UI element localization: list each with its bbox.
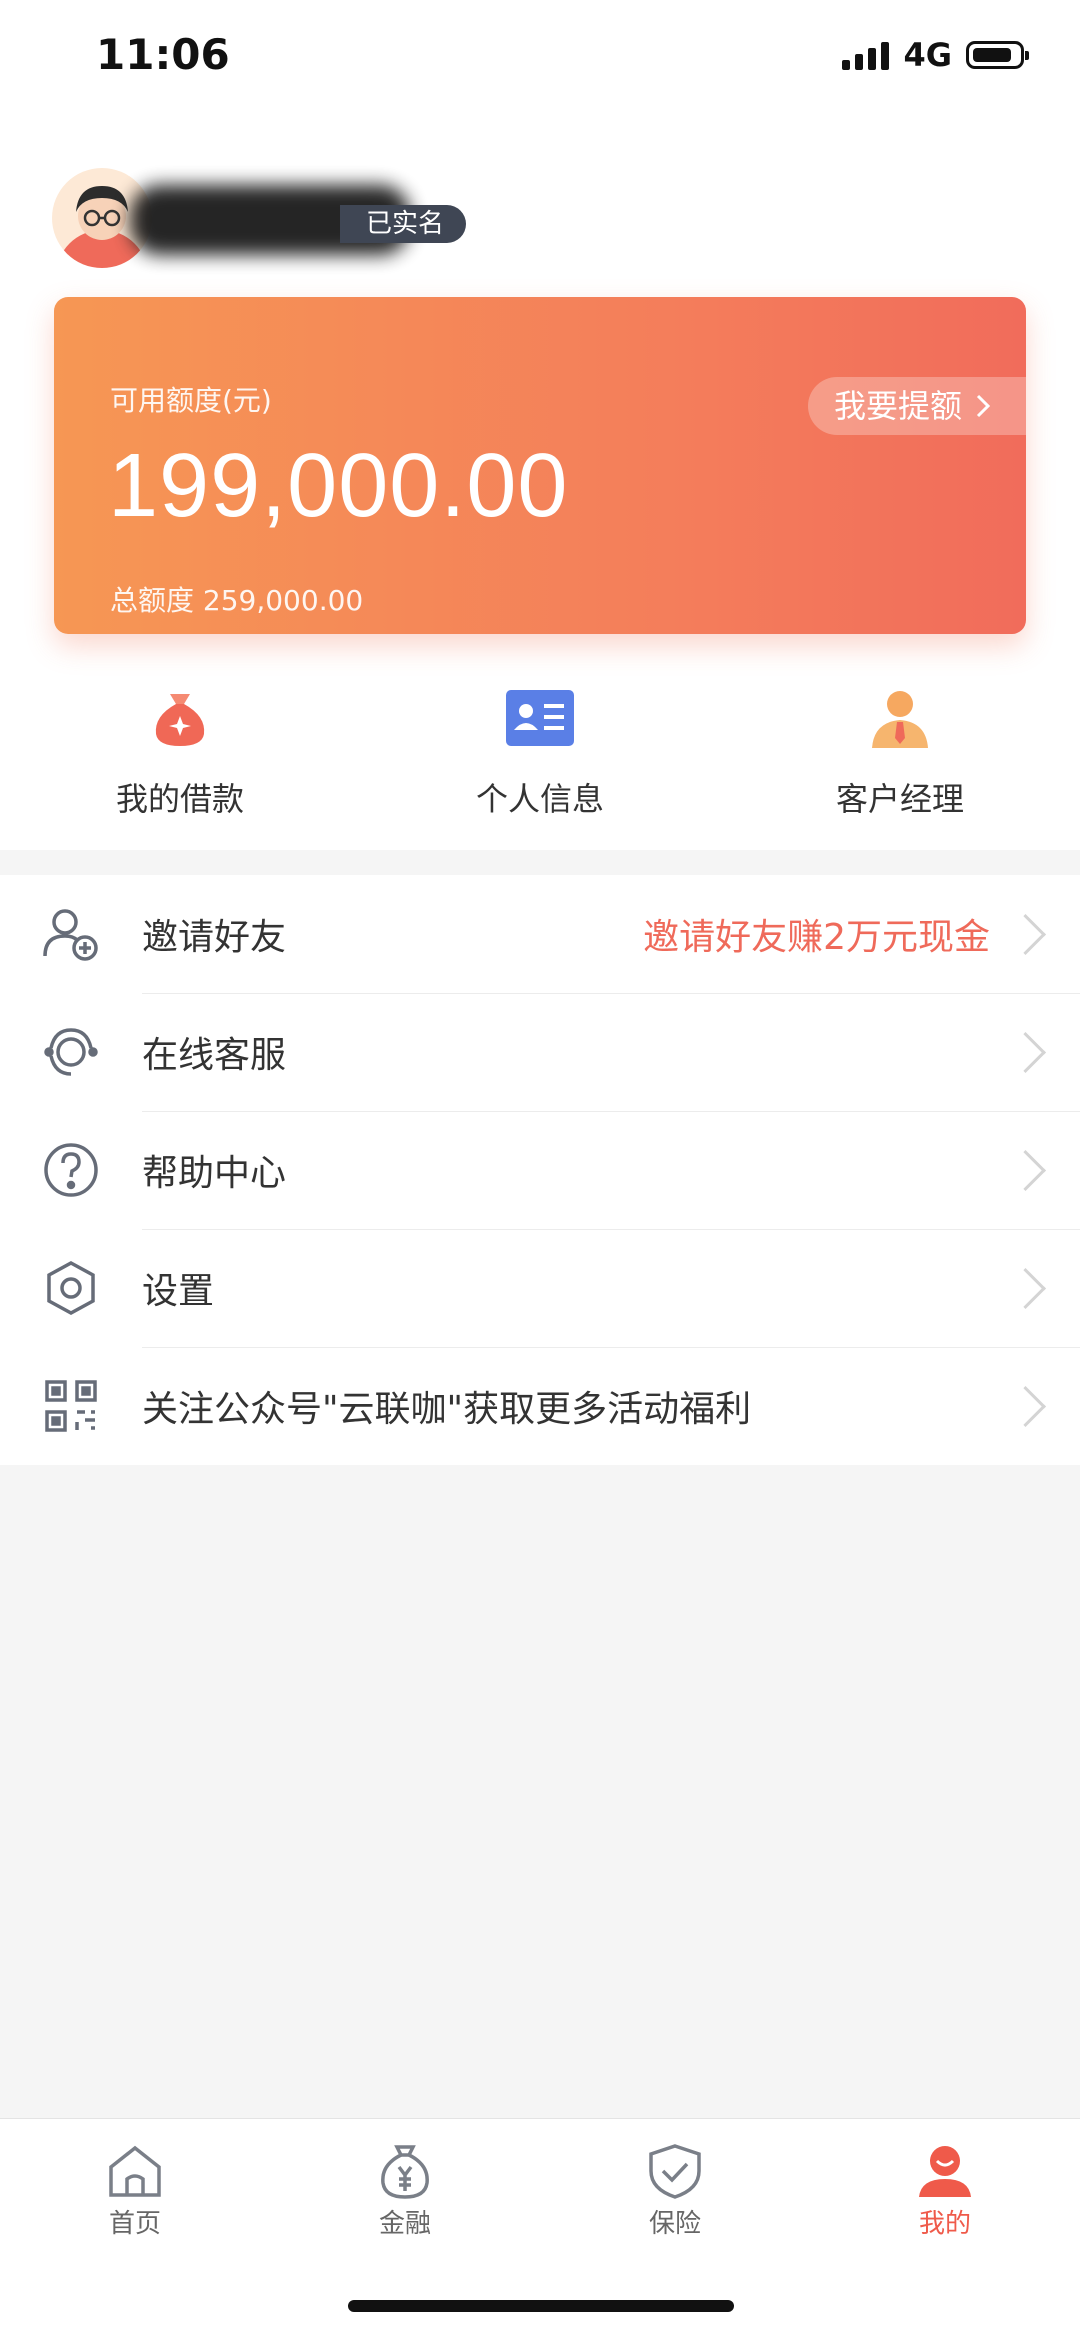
verified-badge: 已实名: [340, 205, 467, 243]
invite-friend-icon: [40, 903, 102, 965]
profile-icon: [919, 2146, 971, 2197]
quick-entry-label: 我的借款: [115, 780, 244, 818]
status-indicators: 4G: [842, 36, 1029, 74]
menu-list: 邀请好友 邀请好友赚2万元现金 在线客服 帮助中心 设置 关注公众号"云联咖"获…: [0, 875, 1080, 1465]
tab-home[interactable]: 首页: [35, 2143, 235, 2240]
tab-label: 我的: [918, 2209, 971, 2239]
quick-entry-label: 个人信息: [475, 780, 604, 818]
battery-icon: [966, 41, 1029, 69]
invite-promo-text: 邀请好友赚2万元现金: [643, 917, 990, 958]
chevron-right-icon: [976, 394, 990, 418]
chevron-right-icon: [1004, 1385, 1047, 1427]
insurance-shield-icon: [649, 2144, 701, 2199]
home-indicator: [348, 2300, 734, 2312]
manager-icon: [866, 684, 934, 752]
available-amount: 199,000.00: [108, 436, 569, 536]
tab-label: 保险: [648, 2209, 701, 2239]
menu-item-label: 帮助中心: [142, 1153, 287, 1194]
quick-entry-my-loans[interactable]: 我的借款: [0, 684, 360, 820]
signal-icon: [842, 40, 890, 70]
help-icon: [40, 1139, 102, 1201]
menu-item-settings[interactable]: 设置: [0, 1229, 1080, 1347]
menu-item-invite-friends[interactable]: 邀请好友 邀请好友赚2万元现金: [0, 875, 1080, 993]
status-time: 11:06: [96, 30, 230, 79]
chevron-right-icon: [1004, 1267, 1047, 1309]
raise-limit-label: 我要提额: [833, 387, 962, 425]
quick-entry-account-manager[interactable]: 客户经理: [720, 684, 1080, 820]
qr-code-icon: [40, 1375, 102, 1437]
menu-item-label: 关注公众号"云联咖"获取更多活动福利: [142, 1389, 752, 1430]
menu-item-label: 在线客服: [142, 1035, 287, 1076]
credit-card: 可用额度(元) 199,000.00 总额度 259,000.00 我要提额: [54, 297, 1026, 634]
menu-item-help-center[interactable]: 帮助中心: [0, 1111, 1080, 1229]
money-bag-icon: [146, 684, 214, 752]
customer-service-icon: [40, 1021, 102, 1083]
finance-icon: [381, 2145, 429, 2199]
tab-label: 金融: [378, 2209, 431, 2239]
settings-icon: [40, 1257, 102, 1319]
chevron-right-icon: [1004, 1149, 1047, 1191]
tab-mine[interactable]: 我的: [845, 2143, 1045, 2240]
quick-entry-personal-info[interactable]: 个人信息: [360, 684, 720, 820]
total-limit: 总额度 259,000.00: [110, 584, 364, 617]
chevron-right-icon: [1004, 913, 1047, 955]
id-card-icon: [506, 684, 574, 752]
available-label: 可用额度(元): [110, 384, 272, 417]
tab-insurance[interactable]: 保险: [575, 2143, 775, 2240]
raise-limit-button[interactable]: 我要提额: [807, 377, 1026, 435]
menu-item-label: 设置: [142, 1271, 215, 1312]
network-type: 4G: [903, 36, 952, 74]
home-icon: [109, 2145, 161, 2197]
tab-finance[interactable]: 金融: [305, 2143, 505, 2240]
quick-entry-label: 客户经理: [835, 780, 964, 818]
tab-label: 首页: [108, 2209, 161, 2239]
chevron-right-icon: [1004, 1031, 1047, 1073]
menu-item-online-service[interactable]: 在线客服: [0, 993, 1080, 1111]
menu-item-follow-account[interactable]: 关注公众号"云联咖"获取更多活动福利: [0, 1347, 1080, 1465]
quick-entries: 我的借款 个人信息 客户经理: [0, 684, 1080, 820]
menu-item-label: 邀请好友: [142, 917, 287, 958]
